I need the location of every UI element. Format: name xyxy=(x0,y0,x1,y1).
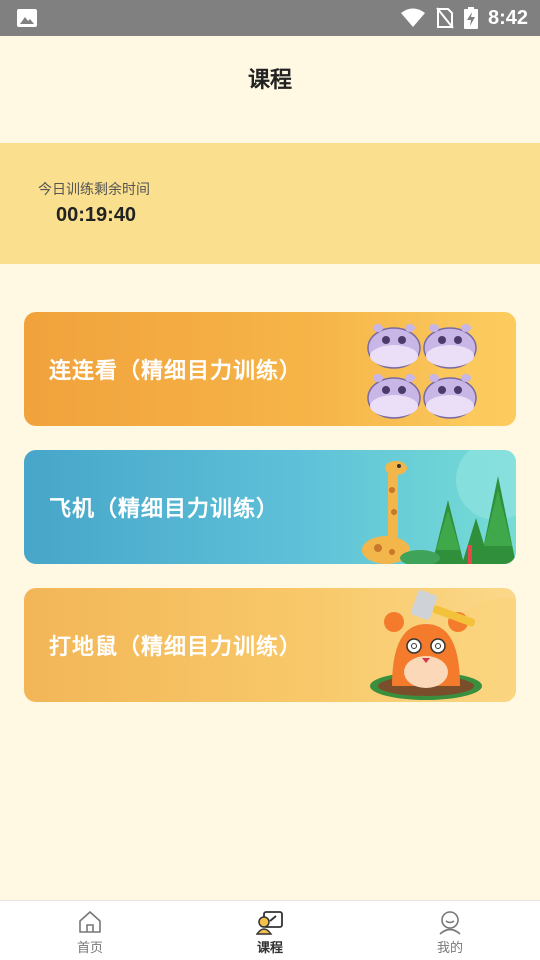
home-icon xyxy=(79,911,101,933)
course-card-whack-a-mole[interactable]: 打地鼠（精细目力训练） xyxy=(24,588,516,702)
image-icon xyxy=(17,9,37,27)
course-label-lianliankan: 连连看（精细目力训练） xyxy=(49,359,303,384)
page-title: 课程 xyxy=(247,68,292,93)
nav-label-course: 课程 xyxy=(256,941,283,956)
nav-label-profile: 我的 xyxy=(436,941,463,956)
status-time: 8:42 xyxy=(487,6,528,29)
mole-hammer-illustration xyxy=(370,590,516,702)
battery-charging-icon xyxy=(463,7,478,29)
course-icon xyxy=(256,911,283,935)
wifi-icon xyxy=(400,8,425,27)
course-label-airplane: 飞机（精细目力训练） xyxy=(49,497,280,522)
bottom-nav: 首页 课程 我的 xyxy=(0,900,540,960)
nav-label-home: 首页 xyxy=(76,941,103,956)
nav-item-course[interactable]: 课程 xyxy=(180,901,360,960)
course-card-airplane[interactable]: 飞机（精细目力训练） xyxy=(24,450,516,564)
course-card-lianliankan[interactable]: 连连看（精细目力训练） xyxy=(24,312,516,426)
timer-label: 今日训练剩余时间 xyxy=(38,182,150,198)
nav-item-profile[interactable]: 我的 xyxy=(360,901,540,960)
status-bar: 8:42 xyxy=(0,0,540,36)
timer-value: 00:19:40 xyxy=(56,204,137,226)
nav-item-home[interactable]: 首页 xyxy=(0,901,180,960)
hippo-illustration xyxy=(367,312,516,426)
training-timer-panel: 今日训练剩余时间 00:19:40 xyxy=(0,143,540,264)
profile-icon xyxy=(439,911,461,935)
giraffe-forest-illustration xyxy=(362,450,516,564)
course-label-whack-a-mole: 打地鼠（精细目力训练） xyxy=(49,635,303,660)
no-sim-icon xyxy=(436,7,454,29)
